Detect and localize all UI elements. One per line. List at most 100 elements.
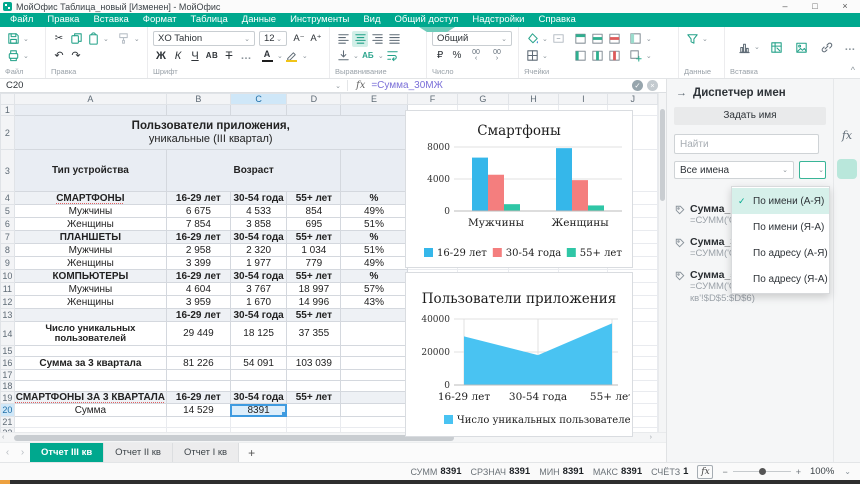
cell-C17[interactable] [229,369,288,381]
cell-E17[interactable] [340,369,408,381]
insert-more-button[interactable]: … [842,39,858,55]
zoom-slider-handle[interactable] [758,468,766,475]
freeze-panes-button[interactable] [628,31,644,47]
cell-A6[interactable]: Женщины [13,217,168,231]
copy-button[interactable] [68,31,84,47]
undo-button[interactable]: ↶ [51,48,67,64]
cell-E16[interactable] [340,356,408,370]
fill-color-button[interactable] [524,31,540,47]
column-header-G[interactable]: G [457,93,509,105]
save-button[interactable] [5,31,21,47]
menu-item-Вставка[interactable]: Вставка [86,13,135,27]
scroll-left-icon[interactable]: ‹ [2,433,4,442]
percent-format-button[interactable]: % [449,48,465,64]
column-header-I[interactable]: I [558,93,609,105]
column-header-D[interactable]: D [286,93,342,105]
row-header-15[interactable]: 15 [0,345,15,357]
smartphones-bar-chart[interactable]: Смартфоны 0 4000 8000 Мужчины Женщины 16-29 ле… [405,110,633,268]
cell-A3[interactable]: Тип устройства [13,149,168,192]
names-manager-tag-icon[interactable] [837,159,857,179]
cell-B16[interactable]: 81 226 [166,356,231,370]
minimize-button[interactable]: – [770,0,800,13]
close-button[interactable]: × [830,0,860,13]
cell-E5[interactable]: 49% [340,204,408,218]
sheet-tab[interactable]: Отчет III кв [30,443,105,462]
functions-icon[interactable]: fx [837,125,857,145]
grid-corner[interactable] [0,93,15,105]
insert-image-button[interactable] [794,39,810,55]
cell-C19[interactable]: 30-54 года [229,391,288,404]
print-button[interactable] [5,48,21,64]
row-header-3[interactable]: 3 [0,149,15,192]
menu-item-Таблица[interactable]: Таблица [184,13,235,27]
row-header-12[interactable]: 12 [0,295,15,309]
filter-button[interactable] [684,31,700,47]
column-header-J[interactable]: J [607,93,658,105]
cell-A17[interactable] [13,369,168,381]
cell-C11[interactable]: 3 767 [229,282,288,296]
cell-B4[interactable]: 16-29 лет [166,191,231,205]
increase-decimal-button[interactable]: 00 › [487,48,507,64]
cell-D4[interactable]: 55+ лет [286,191,342,205]
cell-E13[interactable] [340,308,408,322]
cell-D17[interactable] [286,369,342,381]
align-center-button[interactable] [352,30,368,47]
row-header-2[interactable]: 2 [0,115,15,150]
bold-button[interactable]: Ж [153,48,169,64]
prev-sheet-icon[interactable]: ‹ [0,443,15,462]
insert-column-cells-button[interactable] [590,48,606,64]
app-users-area-chart[interactable]: Пользователи приложения 0 20000 40000 16-29 … [405,272,637,437]
cell-D1[interactable] [286,104,342,116]
decrease-decimal-button[interactable]: 00 ‹ [466,48,486,64]
font-color-button[interactable]: А [259,48,275,64]
row-header-11[interactable]: 11 [0,282,15,296]
cell-A15[interactable] [13,345,168,357]
menu-item-Вид[interactable]: Вид [356,13,387,27]
column-header-H[interactable]: H [507,93,560,105]
text-rotation-button[interactable]: АБ [360,48,376,64]
cell-E20[interactable] [340,403,408,417]
cell-E4[interactable]: % [340,191,408,205]
cell-B8[interactable]: 2 958 [166,243,231,257]
format-painter-button[interactable] [116,31,132,47]
cell-C5[interactable]: 4 533 [229,204,288,218]
cell-E11[interactable]: 57% [340,282,408,296]
align-left-button[interactable] [335,31,351,47]
names-filter-select[interactable]: Все имена ⌄ [674,161,794,179]
zoom-menu-icon[interactable]: ⌄ [844,467,851,476]
font-decrease-button[interactable]: А⁻ [291,31,307,47]
cell-C4[interactable]: 30-54 года [229,191,288,205]
cell-B14[interactable]: 29 449 [166,321,231,346]
cell-B15[interactable] [166,345,231,357]
cell-B3[interactable]: Возраст [166,149,342,192]
cancel-entry-icon[interactable]: × [647,80,658,91]
confirm-entry-icon[interactable]: ✓ [632,80,643,91]
insert-columns-button[interactable] [573,48,589,64]
cell-A13[interactable] [13,308,168,322]
row-header-14[interactable]: 14 [0,321,15,346]
paste-button[interactable] [85,31,101,47]
column-header-F[interactable]: F [406,93,459,105]
cell-B9[interactable]: 3 399 [166,256,231,270]
row-header-8[interactable]: 8 [0,243,15,257]
delete-rows-button[interactable] [607,31,623,47]
cell-A5[interactable]: Мужчины [13,204,168,218]
cell-A14[interactable]: Число уникальных пользователей [13,321,168,346]
row-header-1[interactable]: 1 [0,104,15,116]
cell-B20[interactable]: 14 529 [166,403,231,417]
smallcaps-button[interactable]: АВ [204,48,220,64]
sort-menu-item[interactable]: По адресу (А-Я) [732,240,829,266]
cell-E10[interactable]: % [340,269,408,283]
align-right-button[interactable] [369,31,385,47]
cell-E7[interactable]: % [340,230,408,244]
insert-link-button[interactable] [819,39,835,55]
row-header-4[interactable]: 4 [0,191,15,205]
cell-C6[interactable]: 3 858 [229,217,288,231]
cell-C13[interactable]: 30-54 года [229,308,288,322]
cell-D12[interactable]: 14 996 [286,295,342,309]
column-header-C[interactable]: C [229,93,288,105]
cell-A8[interactable]: Мужчины [13,243,168,257]
zoom-slider[interactable] [732,468,791,475]
row-header-10[interactable]: 10 [0,269,15,283]
cut-button[interactable]: ✂ [51,31,67,47]
